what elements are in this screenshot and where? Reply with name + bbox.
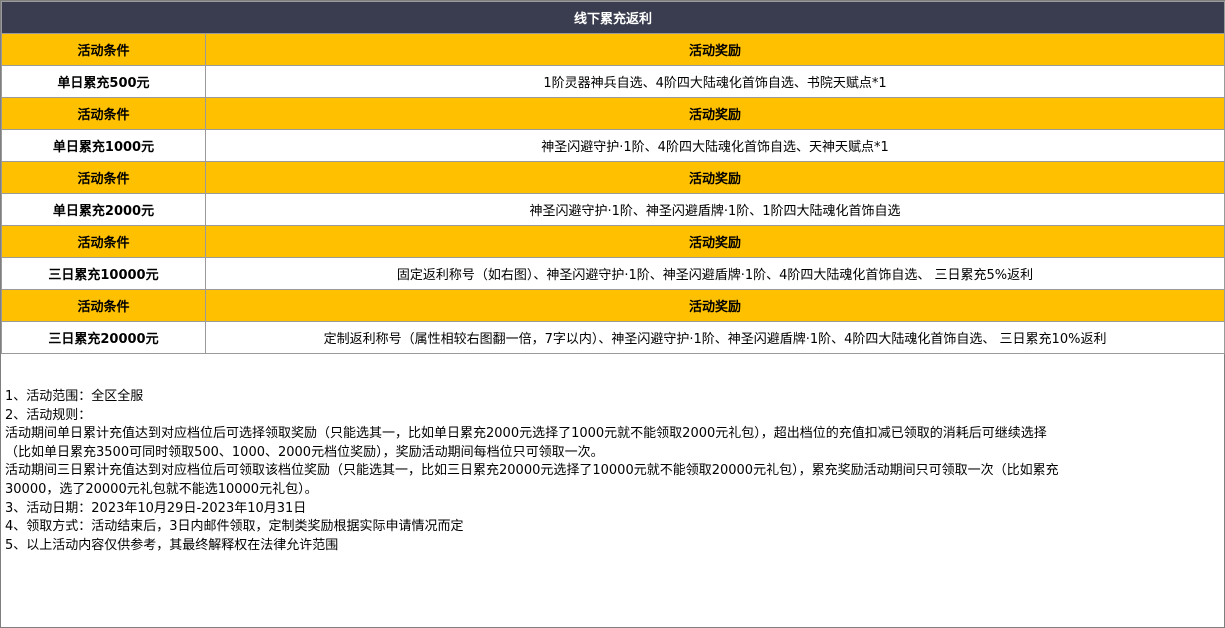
rules-line: 4、领取方式：活动结束后，3日内邮件领取，定制类奖励根据实际申请情况而定	[5, 519, 464, 535]
rebate-table: 线下累充返利 活动条件 活动奖励 单日累充500元 1阶灵器神兵自选、4阶四大陆魂化首…	[0, 1, 1225, 354]
condition-cell: 单日累充2000元	[1, 193, 206, 226]
table-row: 单日累充2000元 神圣闪避守护·1阶、神圣闪避盾牌·1阶、1阶四大陆魂化首饰自选	[1, 193, 1225, 226]
rules-line: 活动期间单日累计充值达到对应档位后可选择领取奖励（只能选其一，比如单日累充200…	[5, 426, 1047, 442]
header-reward: 活动奖励	[204, 97, 1225, 130]
reward-cell: 定制返利称号（属性相较右图翻一倍，7字以内）、神圣闪避守护·1阶、神圣闪避盾牌·…	[204, 321, 1225, 354]
header-condition: 活动条件	[1, 225, 206, 258]
header-reward: 活动奖励	[204, 33, 1225, 66]
rules-line: 3、活动日期：2023年10月29日-2023年10月31日	[5, 500, 307, 516]
header-condition: 活动条件	[1, 289, 206, 322]
rules-notes: 1、活动范围：全区全服 2、活动规则： 活动期间单日累计充值达到对应档位后可选择领取…	[1, 354, 1224, 555]
header-row: 活动条件 活动奖励	[1, 289, 1225, 322]
rules-line: 活动期间三日累计充值达到对应档位后可领取该档位奖励（只能选其一，比如三日累充20…	[5, 463, 1059, 479]
header-condition: 活动条件	[1, 33, 206, 66]
table-row: 单日累充1000元 神圣闪避守护·1阶、4阶四大陆魂化首饰自选、天神天赋点*1	[1, 129, 1225, 162]
rules-line: 5、以上活动内容仅供参考，其最终解释权在法律允许范围	[5, 537, 339, 553]
reward-cell: 1阶灵器神兵自选、4阶四大陆魂化首饰自选、书院天赋点*1	[204, 65, 1225, 98]
header-condition: 活动条件	[1, 161, 206, 194]
condition-cell: 单日累充500元	[1, 65, 206, 98]
rules-line: 2、活动规则：	[5, 407, 92, 423]
reward-cell: 神圣闪避守护·1阶、神圣闪避盾牌·1阶、1阶四大陆魂化首饰自选	[204, 193, 1225, 226]
header-row: 活动条件 活动奖励	[1, 161, 1225, 194]
rules-line: （比如单日累充3500可同时领取500、1000、2000元档位奖励），奖励活动…	[5, 444, 604, 460]
header-condition: 活动条件	[1, 97, 206, 130]
table-row: 三日累充10000元 固定返利称号（如右图）、神圣闪避守护·1阶、神圣闪避盾牌·1…	[1, 257, 1225, 290]
header-reward: 活动奖励	[204, 161, 1225, 194]
rules-line: 30000，选了20000元礼包就不能选10000元礼包）。	[5, 481, 318, 497]
reward-cell: 神圣闪避守护·1阶、4阶四大陆魂化首饰自选、天神天赋点*1	[204, 129, 1225, 162]
table-title: 线下累充返利	[0, 1, 1225, 34]
header-reward: 活动奖励	[204, 289, 1225, 322]
rules-line: 1、活动范围：全区全服	[5, 389, 144, 404]
reward-cell: 固定返利称号（如右图）、神圣闪避守护·1阶、神圣闪避盾牌·1阶、4阶四大陆魂化首…	[204, 257, 1225, 290]
table-row: 三日累充20000元 定制返利称号（属性相较右图翻一倍，7字以内）、神圣闪避守护·…	[1, 321, 1225, 354]
header-row: 活动条件 活动奖励	[1, 225, 1225, 258]
condition-cell: 三日累充20000元	[1, 321, 206, 354]
spreadsheet: 线下累充返利 活动条件 活动奖励 单日累充500元 1阶灵器神兵自选、4阶四大陆魂化首…	[0, 0, 1225, 628]
header-reward: 活动奖励	[204, 225, 1225, 258]
condition-cell: 三日累充10000元	[1, 257, 206, 290]
header-row: 活动条件 活动奖励	[1, 33, 1225, 66]
condition-cell: 单日累充1000元	[1, 129, 206, 162]
table-row: 单日累充500元 1阶灵器神兵自选、4阶四大陆魂化首饰自选、书院天赋点*1	[1, 65, 1225, 98]
header-row: 活动条件 活动奖励	[1, 97, 1225, 130]
